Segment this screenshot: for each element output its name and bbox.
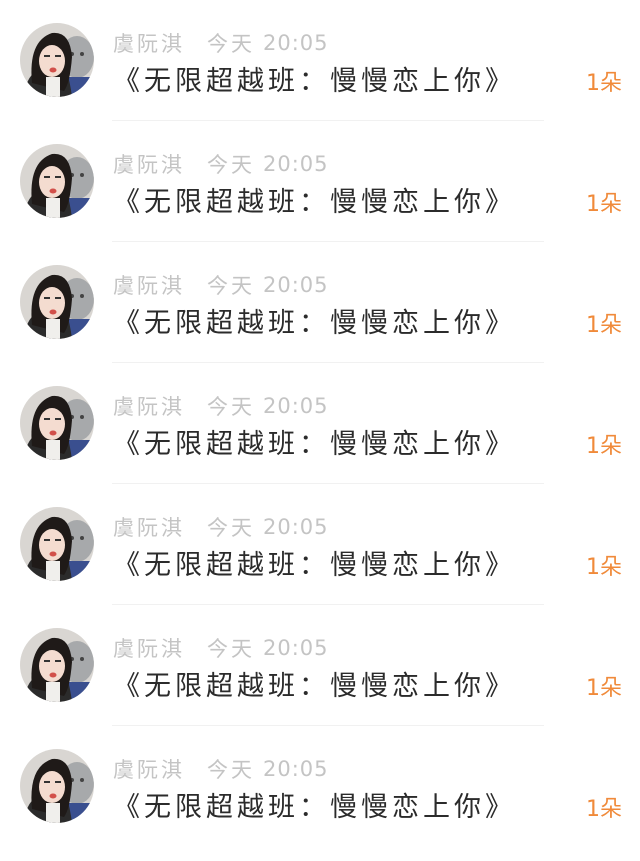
list-item[interactable]: 虞阮淇 今天 20:05 《无限超越班：慢慢恋上你》 1朵 [0, 484, 640, 605]
item-meta: 虞阮淇 今天 20:05 [113, 754, 329, 784]
author-name[interactable]: 虞阮淇 [113, 270, 185, 300]
author-name[interactable]: 虞阮淇 [113, 149, 185, 179]
gift-count: 1朵 [586, 192, 622, 217]
post-day: 今天 [207, 32, 255, 56]
item-meta: 虞阮淇 今天 20:05 [113, 512, 329, 542]
list-item[interactable]: 虞阮淇 今天 20:05 《无限超越班：慢慢恋上你》 1朵 [0, 605, 640, 726]
user-avatar-icon[interactable] [20, 23, 94, 97]
item-title: 《无限超越班：慢慢恋上你》 [113, 307, 516, 339]
gift-feed-list: 虞阮淇 今天 20:05 《无限超越班：慢慢恋上你》 1朵 虞阮淇 今天 20:… [0, 0, 640, 861]
post-day: 今天 [207, 758, 255, 782]
item-meta: 虞阮淇 今天 20:05 [113, 391, 329, 421]
gift-count: 1朵 [586, 71, 622, 96]
gift-count: 1朵 [586, 676, 622, 701]
author-name[interactable]: 虞阮淇 [113, 633, 185, 663]
user-avatar-icon[interactable] [20, 749, 94, 823]
item-title: 《无限超越班：慢慢恋上你》 [113, 670, 516, 702]
post-day: 今天 [207, 274, 255, 298]
post-day: 今天 [207, 516, 255, 540]
author-name[interactable]: 虞阮淇 [113, 28, 185, 58]
post-time: 20:05 [263, 757, 329, 781]
user-avatar-icon[interactable] [20, 628, 94, 702]
gift-count: 1朵 [586, 313, 622, 338]
item-meta: 虞阮淇 今天 20:05 [113, 270, 329, 300]
list-item[interactable]: 虞阮淇 今天 20:05 《无限超越班：慢慢恋上你》 1朵 [0, 0, 640, 121]
post-day: 今天 [207, 395, 255, 419]
author-name[interactable]: 虞阮淇 [113, 754, 185, 784]
item-title: 《无限超越班：慢慢恋上你》 [113, 549, 516, 581]
list-item[interactable]: 虞阮淇 今天 20:05 《无限超越班：慢慢恋上你》 1朵 [0, 242, 640, 363]
gift-count: 1朵 [586, 555, 622, 580]
item-meta: 虞阮淇 今天 20:05 [113, 28, 329, 58]
post-time: 20:05 [263, 273, 329, 297]
user-avatar-icon[interactable] [20, 386, 94, 460]
item-title: 《无限超越班：慢慢恋上你》 [113, 428, 516, 460]
user-avatar-icon[interactable] [20, 265, 94, 339]
post-time: 20:05 [263, 636, 329, 660]
item-title: 《无限超越班：慢慢恋上你》 [113, 791, 516, 823]
list-item[interactable]: 虞阮淇 今天 20:05 《无限超越班：慢慢恋上你》 1朵 [0, 726, 640, 847]
post-day: 今天 [207, 637, 255, 661]
post-time: 20:05 [263, 394, 329, 418]
item-title: 《无限超越班：慢慢恋上你》 [113, 65, 516, 97]
author-name[interactable]: 虞阮淇 [113, 512, 185, 542]
item-meta: 虞阮淇 今天 20:05 [113, 149, 329, 179]
post-time: 20:05 [263, 515, 329, 539]
list-item[interactable]: 虞阮淇 今天 20:05 《无限超越班：慢慢恋上你》 1朵 [0, 363, 640, 484]
author-name[interactable]: 虞阮淇 [113, 391, 185, 421]
user-avatar-icon[interactable] [20, 144, 94, 218]
item-title: 《无限超越班：慢慢恋上你》 [113, 186, 516, 218]
user-avatar-icon[interactable] [20, 507, 94, 581]
post-time: 20:05 [263, 152, 329, 176]
post-time: 20:05 [263, 31, 329, 55]
gift-count: 1朵 [586, 434, 622, 459]
gift-count: 1朵 [586, 797, 622, 822]
item-meta: 虞阮淇 今天 20:05 [113, 633, 329, 663]
post-day: 今天 [207, 153, 255, 177]
list-item[interactable]: 虞阮淇 今天 20:05 《无限超越班：慢慢恋上你》 1朵 [0, 121, 640, 242]
